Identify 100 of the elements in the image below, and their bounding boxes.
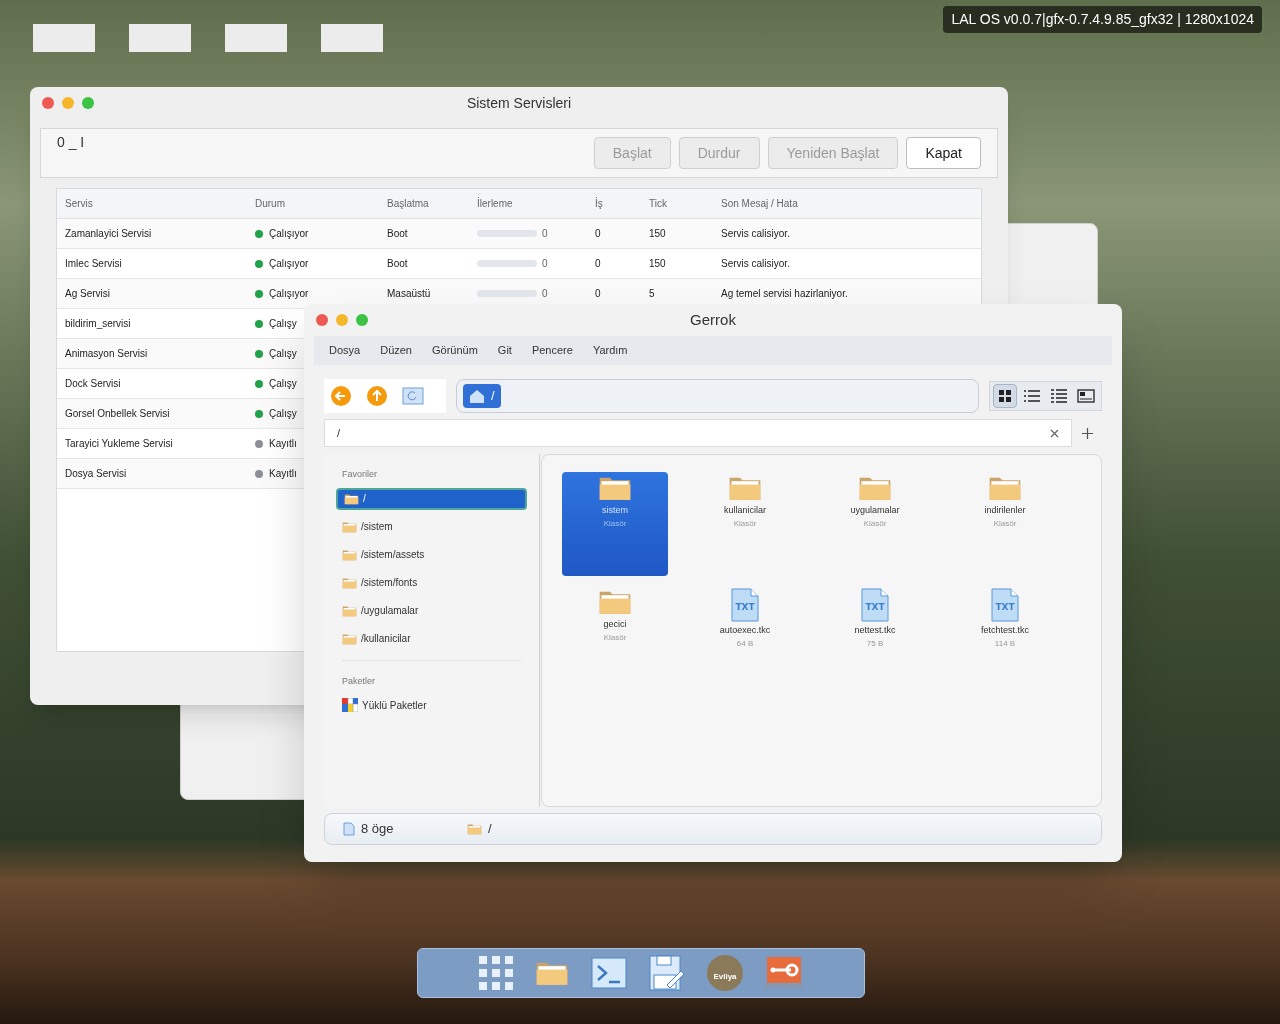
table-cell-text: Çalışy bbox=[269, 377, 297, 391]
sidebar-item[interactable]: / bbox=[336, 487, 527, 510]
floppy-pencil-icon[interactable] bbox=[649, 955, 685, 991]
preview-view-icon bbox=[1077, 389, 1095, 403]
sidebar-item[interactable]: /sistem bbox=[336, 515, 527, 538]
table-cell-text: 5 bbox=[649, 287, 656, 301]
folder-icon bbox=[342, 576, 357, 589]
column-header: Servis bbox=[65, 197, 94, 211]
menu-item[interactable]: Dosya bbox=[329, 342, 361, 359]
close-button[interactable] bbox=[42, 97, 54, 109]
column-header: Son Mesaj / Hata bbox=[721, 197, 799, 211]
item-count: 8 öge bbox=[361, 820, 395, 839]
column-header: İlerleme bbox=[477, 196, 514, 211]
sidebar-item[interactable]: /sistem/fonts bbox=[336, 571, 527, 594]
table-cell-text: Gorsel Onbellek Servisi bbox=[65, 407, 171, 421]
add-tab-icon[interactable] bbox=[1081, 427, 1093, 439]
table-cell-text: 0 bbox=[542, 257, 548, 271]
table-cell-text: 0 bbox=[542, 227, 548, 241]
minimize-button[interactable] bbox=[336, 314, 348, 326]
wrench-laptop-icon[interactable] bbox=[765, 957, 803, 989]
table-cell-text: 150 bbox=[649, 257, 667, 271]
clear-icon[interactable] bbox=[1050, 428, 1059, 438]
path-field[interactable]: / bbox=[324, 419, 1072, 447]
close-button[interactable] bbox=[316, 314, 328, 326]
file-item[interactable]: sistem Klasör bbox=[562, 472, 668, 576]
refresh-icon[interactable] bbox=[402, 387, 424, 405]
breadcrumb-button[interactable]: / bbox=[463, 384, 501, 408]
table-cell-text: 150 bbox=[649, 227, 667, 241]
file-item[interactable]: TXT autoexec.tkc 64 B bbox=[692, 586, 798, 656]
file-item[interactable]: TXT nettest.tkc 75 B bbox=[822, 586, 928, 656]
table-cell-text: 0 bbox=[595, 287, 602, 301]
button[interactable]: Kapat bbox=[906, 137, 981, 169]
file-item[interactable]: kullanicilar Klasör bbox=[692, 472, 798, 542]
file-item[interactable]: indirilenler Klasör bbox=[952, 472, 1058, 542]
table-cell-text: Servis calisiyor. bbox=[721, 257, 791, 271]
file-detail: Klasör bbox=[603, 631, 627, 644]
table-cell-text: Çalışıyor bbox=[269, 287, 309, 301]
system-info-label: LAL OS v0.0.7|gfx-0.7.4.9.85_gfx32 | 1280x1024 bbox=[943, 6, 1262, 33]
sidebar-item[interactable]: /kullanicilar bbox=[336, 627, 527, 650]
file-name: autoexec.tkc bbox=[719, 624, 771, 637]
text-file-icon: TXT bbox=[861, 588, 889, 622]
file-name: indirilenler bbox=[984, 504, 1026, 517]
file-name: sistem bbox=[602, 504, 628, 517]
table-cell-text: Çalışıyor bbox=[269, 227, 309, 241]
file-detail: Klasör bbox=[603, 517, 627, 530]
folder-icon bbox=[342, 604, 357, 617]
table-cell-text: 0 bbox=[542, 287, 548, 301]
table-cell-text: Ag Servisi bbox=[65, 287, 111, 301]
minimize-button[interactable] bbox=[62, 97, 74, 109]
current-path: / bbox=[488, 820, 492, 839]
file-item[interactable]: uygulamalar Klasör bbox=[822, 472, 928, 542]
sidebar-item[interactable]: /uygulamalar bbox=[336, 599, 527, 622]
maximize-button[interactable] bbox=[82, 97, 94, 109]
menu-item[interactable]: Pencere bbox=[531, 342, 573, 359]
maximize-button[interactable] bbox=[356, 314, 368, 326]
avatar-icon[interactable]: Evliya bbox=[707, 955, 743, 991]
file-item[interactable]: gecici Klasör bbox=[562, 586, 668, 656]
grid-view-button[interactable] bbox=[993, 384, 1017, 408]
table-cell-text: Boot bbox=[387, 257, 409, 271]
table-cell-text: Dosya Servisi bbox=[65, 467, 128, 481]
column-header: İş bbox=[595, 196, 604, 211]
window-title: Sistem Servisleri bbox=[465, 93, 573, 113]
sidebar-item[interactable]: Yüklü Paketler bbox=[336, 694, 527, 716]
grid-view-icon bbox=[998, 389, 1012, 403]
table-cell-text: Çalışy bbox=[269, 347, 297, 361]
folder-icon bbox=[342, 548, 357, 561]
table-cell-text: Ag temel servisi hazirlaniyor. bbox=[721, 287, 849, 301]
window-title: Gerrok bbox=[689, 309, 737, 330]
table-cell-text: Tarayici Yukleme Servisi bbox=[65, 437, 174, 451]
package-grid-icon bbox=[342, 698, 358, 712]
menu-item[interactable]: Görünüm bbox=[432, 342, 478, 359]
sidebar-item[interactable]: /sistem/assets bbox=[336, 543, 527, 566]
table-cell-text: bildirim_servisi bbox=[65, 317, 132, 331]
compact-view-icon bbox=[1023, 389, 1041, 403]
table-cell-text: 0 bbox=[595, 257, 602, 271]
file-item[interactable]: TXT fetchtest.tkc 114 B bbox=[952, 586, 1058, 656]
table-cell-text: Servis calisiyor. bbox=[721, 227, 791, 241]
text-file-icon: TXT bbox=[991, 588, 1019, 622]
file-detail: 114 B bbox=[994, 637, 1016, 650]
app-grid-icon[interactable] bbox=[479, 956, 513, 990]
file-detail: Klasör bbox=[863, 517, 887, 530]
table-cell-text: Çalışy bbox=[269, 317, 297, 331]
section-title: Paketler bbox=[342, 674, 377, 688]
column-header: Başlatma bbox=[387, 197, 430, 211]
table-cell-text: Çalışy bbox=[269, 407, 297, 421]
menu-item[interactable]: Düzen bbox=[380, 342, 412, 359]
menu-item[interactable]: Git bbox=[497, 342, 512, 359]
table-cell-text: Kayıtlı bbox=[269, 437, 297, 451]
file-name: gecici bbox=[603, 618, 627, 631]
section-title: Favoriler bbox=[342, 468, 378, 481]
terminal-icon[interactable] bbox=[591, 957, 627, 989]
table-cell-text: Animasyon Servisi bbox=[65, 347, 149, 361]
table-cell-text: Dock Servisi bbox=[65, 377, 122, 391]
home-icon bbox=[469, 389, 485, 403]
table-cell-text: Çalışıyor bbox=[269, 257, 309, 271]
file-detail: Klasör bbox=[733, 517, 757, 530]
file-name: uygulamalar bbox=[850, 504, 900, 517]
menu-item[interactable]: Yardım bbox=[592, 342, 628, 359]
file-name: fetchtest.tkc bbox=[981, 624, 1029, 637]
table-cell-text: Masaüstü bbox=[387, 287, 432, 301]
